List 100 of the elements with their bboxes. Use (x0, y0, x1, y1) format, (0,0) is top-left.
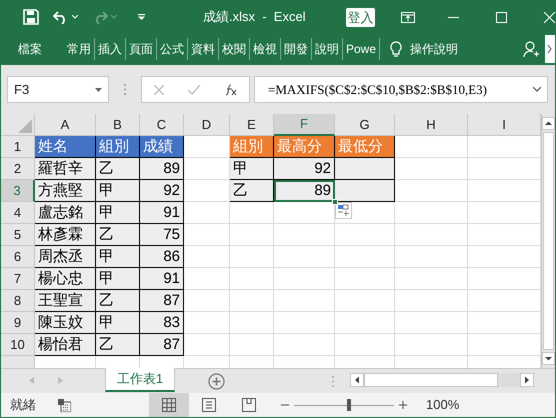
empty-cell (230, 312, 274, 334)
ribbon-tab[interactable]: 資料 (191, 40, 215, 58)
scroll-down-icon[interactable] (542, 352, 555, 365)
normal-view-icon[interactable] (149, 393, 189, 417)
empty-cell (335, 312, 395, 334)
function-icon[interactable] (224, 84, 237, 96)
dropdown-icon[interactable] (72, 15, 78, 19)
table-cell: 乙 (230, 180, 274, 202)
table-cell: 甲 (96, 268, 140, 290)
column-header[interactable]: D (184, 114, 230, 136)
empty-cell (274, 334, 335, 356)
column-header[interactable]: G (335, 114, 395, 136)
row-header[interactable]: 1 (1, 136, 35, 158)
empty-cell (335, 246, 395, 268)
empty-cell (230, 290, 274, 312)
scroll-right-icon[interactable] (545, 35, 555, 63)
row-header[interactable]: 6 (1, 246, 35, 268)
close-icon[interactable] (544, 12, 555, 22)
table-cell: 楊心忠 (35, 268, 96, 290)
empty-cell (274, 268, 335, 290)
maximize-icon[interactable] (496, 12, 507, 22)
table-header-cell: 成績 (140, 136, 184, 158)
table-cell: 甲 (96, 202, 140, 224)
table-cell: 周杰丞 (35, 246, 96, 268)
empty-cell (230, 224, 274, 246)
column-header[interactable]: F (274, 114, 335, 136)
ribbon-tab[interactable]: 說明 (315, 40, 339, 58)
sign-in-button[interactable]: 登入 (346, 8, 375, 26)
table-cell: 甲 (230, 158, 274, 180)
ribbon-tab[interactable]: 頁面 (129, 40, 153, 58)
empty-cell (274, 246, 335, 268)
table-cell: 乙 (96, 158, 140, 180)
column-header[interactable]: I (468, 114, 541, 136)
minimize-icon[interactable] (448, 16, 459, 18)
drag-handle-icon[interactable] (332, 376, 334, 387)
column-header[interactable]: H (395, 114, 468, 136)
row-header[interactable]: 4 (1, 202, 35, 224)
zoom-in-icon[interactable] (399, 401, 407, 409)
save-icon[interactable] (23, 9, 39, 25)
table-cell: 89 (274, 180, 335, 202)
row-header[interactable]: 3 (1, 180, 35, 202)
ribbon-tab[interactable]: 校閱 (222, 40, 246, 58)
drag-handle-icon[interactable] (124, 84, 126, 95)
row-header[interactable]: 8 (1, 290, 35, 312)
table-cell: 86 (140, 246, 184, 268)
scroll-up-icon[interactable] (542, 117, 555, 130)
tell-me-field[interactable]: 操作說明 (410, 40, 458, 58)
table-cell: 陳玉妏 (35, 312, 96, 334)
table-cell: 甲 (96, 180, 140, 202)
zoom-level[interactable]: 100% (426, 395, 460, 415)
name-box[interactable]: F3 (7, 76, 109, 103)
ribbon-tab[interactable]: 檢視 (253, 40, 277, 58)
table-cell: 92 (274, 158, 335, 180)
column-header[interactable]: C (140, 114, 184, 136)
table-cell: 盧志銘 (35, 202, 96, 224)
status-text: 就緒 (10, 396, 36, 414)
column-header[interactable]: B (96, 114, 140, 136)
table-header-cell: 最高分 (274, 136, 335, 158)
sheet-tab[interactable]: 工作表1 (105, 368, 175, 392)
lightbulb-icon[interactable] (390, 40, 402, 58)
column-header[interactable]: E (230, 114, 274, 136)
table-cell: 乙 (96, 290, 140, 312)
share-person-icon[interactable] (523, 41, 539, 58)
ribbon-tab[interactable]: 常用 (67, 40, 91, 58)
scrollbar-thumb[interactable] (364, 373, 498, 387)
table-cell: 甲 (96, 312, 140, 334)
row-header[interactable]: 2 (1, 158, 35, 180)
ribbon-tab[interactable]: Powe (346, 40, 376, 58)
empty-cell (230, 268, 274, 290)
table-cell: 87 (140, 290, 184, 312)
scroll-right-icon[interactable] (520, 373, 534, 387)
table-header-cell: 姓名 (35, 136, 96, 158)
expand-formula-icon[interactable] (533, 87, 541, 92)
row-header[interactable]: 5 (1, 224, 35, 246)
row-header[interactable]: 9 (1, 312, 35, 334)
row-header[interactable]: 10 (1, 334, 35, 356)
table-cell: 羅哲辛 (35, 158, 96, 180)
column-header[interactable]: A (35, 114, 96, 136)
row-header[interactable]: 7 (1, 268, 35, 290)
empty-cell (335, 268, 395, 290)
autofill-options-icon[interactable] (335, 202, 352, 219)
ribbon-display-icon[interactable] (401, 12, 415, 22)
empty-cell (230, 334, 274, 356)
ribbon-tab[interactable]: 檔案 (18, 40, 42, 58)
formula-field[interactable]: =MAXIFS($C$2:$C$10,$B$2:$B$10,E3) (254, 76, 548, 103)
table-cell: 方燕堅 (35, 180, 96, 202)
fill-handle[interactable] (332, 199, 338, 205)
add-sheet-icon[interactable] (208, 373, 225, 390)
empty-cell (335, 224, 395, 246)
table-cell: 林彥霖 (35, 224, 96, 246)
ribbon-tab[interactable]: 開發 (284, 40, 308, 58)
scroll-left-icon[interactable] (350, 373, 364, 387)
zoom-slider[interactable] (294, 399, 394, 411)
customize-icon[interactable] (138, 14, 145, 20)
macro-record-icon[interactable] (58, 398, 71, 412)
ribbon-tab[interactable]: 公式 (160, 40, 184, 58)
table-cell: 91 (140, 202, 184, 224)
scrollbar-thumb[interactable] (543, 132, 554, 350)
table-cell: 王聖宣 (35, 290, 96, 312)
ribbon-tab[interactable]: 插入 (98, 40, 122, 58)
